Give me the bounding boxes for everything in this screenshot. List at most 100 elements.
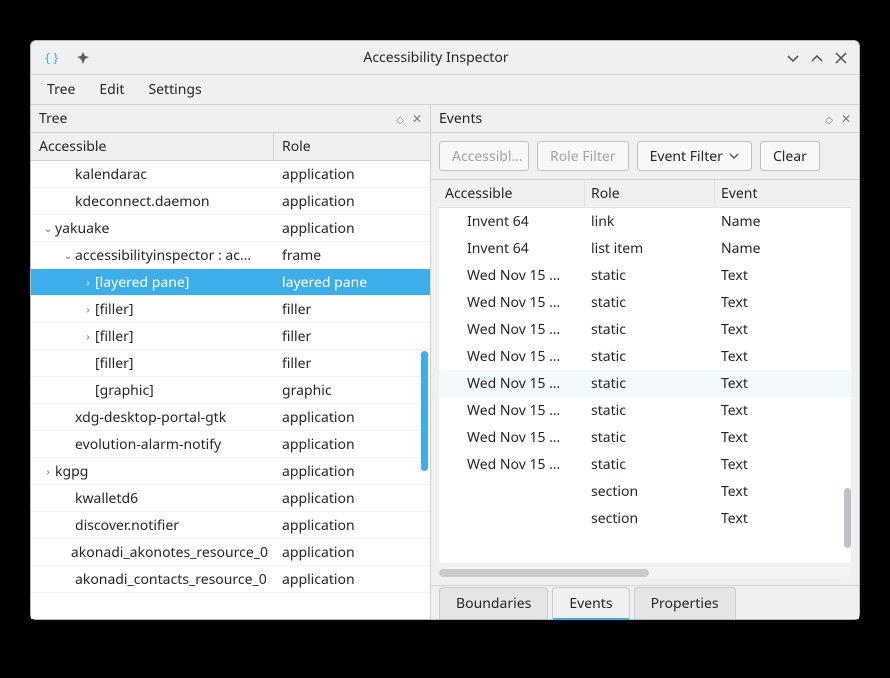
event-row[interactable]: Invent 64list itemName <box>439 235 851 262</box>
tree-row[interactable]: kdeconnect.daemonapplication <box>31 188 430 215</box>
tree-item-role: application <box>274 219 430 238</box>
event-row[interactable]: sectionText <box>439 505 851 532</box>
tree-row[interactable]: kwalletd6application <box>31 485 430 512</box>
events-h-scrollbar-thumb[interactable] <box>439 569 649 577</box>
col-accessible[interactable]: Accessible <box>31 133 274 160</box>
tree-item-label: xdg-desktop-portal-gtk <box>75 408 226 427</box>
float-icon[interactable]: ◇ <box>825 112 833 126</box>
clear-button[interactable]: Clear <box>760 141 820 171</box>
tree-item-role: application <box>274 192 430 211</box>
tree-scrollbar-thumb[interactable] <box>421 351 428 471</box>
menu-edit[interactable]: Edit <box>89 76 134 103</box>
events-scrollbar-thumb[interactable] <box>844 488 851 548</box>
tree-item-role: application <box>274 435 430 454</box>
col-ev-role[interactable]: Role <box>585 180 715 207</box>
event-type: Text <box>715 320 851 339</box>
tree-row[interactable]: [filler]filler <box>31 350 430 377</box>
events-panel-header: Events ◇ ✕ <box>431 105 859 133</box>
menubar: Tree Edit Settings <box>31 75 859 105</box>
event-role: link <box>585 212 715 231</box>
tree-row[interactable]: › [filler] filler <box>31 323 430 350</box>
tree-row[interactable]: ⌄ accessibilityinspector : ac…frame <box>31 242 430 269</box>
event-role: static <box>585 401 715 420</box>
tree-row[interactable]: › [layered pane] layered pane <box>31 269 430 296</box>
tree-item-role: application <box>274 543 430 562</box>
tree-panel-title: Tree <box>39 109 67 128</box>
event-row[interactable]: Wed Nov 15 …staticText <box>439 289 851 316</box>
expander-open-icon[interactable]: ⌄ <box>41 221 55 235</box>
tab-boundaries[interactable]: Boundaries <box>439 587 548 619</box>
svg-text:{ }: { } <box>45 50 58 66</box>
tree-panel: Tree ◇ ✕ Accessible Role kalendaracappli… <box>31 105 431 619</box>
event-row[interactable]: Wed Nov 15 …staticText <box>439 343 851 370</box>
events-panel-title: Events <box>439 109 482 128</box>
tree-row[interactable]: › [filler]filler <box>31 296 430 323</box>
event-role: static <box>585 293 715 312</box>
event-row[interactable]: Wed Nov 15 …staticText <box>439 370 851 397</box>
event-role: static <box>585 320 715 339</box>
event-row[interactable]: Wed Nov 15 …staticText <box>439 397 851 424</box>
close-button[interactable] <box>831 48 851 68</box>
expander-closed-icon[interactable]: › <box>81 275 95 289</box>
tree-row[interactable]: xdg-desktop-portal-gtkapplication <box>31 404 430 431</box>
event-type: Text <box>715 455 851 474</box>
chevron-down-icon <box>729 151 739 161</box>
tree-item-label: akonadi_contacts_resource_0 <box>75 570 267 589</box>
events-h-scrollbar[interactable] <box>439 567 851 579</box>
tree-body[interactable]: kalendaracapplication kdeconnect.daemona… <box>31 161 430 619</box>
tree-item-label: [layered pane] <box>95 273 189 292</box>
event-role: static <box>585 428 715 447</box>
expander-open-icon[interactable]: ⌄ <box>61 248 75 262</box>
expander-closed-icon[interactable]: › <box>41 464 55 478</box>
accessible-filter-input[interactable]: Accessibl… <box>439 141 529 171</box>
event-accessible: Invent 64 <box>467 239 529 258</box>
menu-settings[interactable]: Settings <box>138 76 211 103</box>
tree-row[interactable]: discover.notifierapplication <box>31 512 430 539</box>
tree-row[interactable]: evolution-alarm-notify application <box>31 431 430 458</box>
panel-close-icon[interactable]: ✕ <box>412 110 422 127</box>
event-accessible: Wed Nov 15 … <box>467 374 560 393</box>
tree-row[interactable]: akonadi_akonotes_resource_0application <box>31 539 430 566</box>
role-filter-input[interactable]: Role Filter <box>537 141 629 171</box>
maximize-button[interactable] <box>807 48 827 68</box>
tree-item-label: [filler] <box>95 327 134 346</box>
pin-icon[interactable] <box>73 48 93 68</box>
event-type: Text <box>715 509 851 528</box>
tree-row[interactable]: › kgpgapplication <box>31 458 430 485</box>
menu-tree[interactable]: Tree <box>37 76 85 103</box>
event-row[interactable]: Wed Nov 15 …staticText <box>439 316 851 343</box>
event-accessible: Wed Nov 15 … <box>467 293 560 312</box>
tree-item-role: filler <box>274 327 430 346</box>
tree-item-role: layered pane <box>274 273 430 292</box>
tree-row[interactable]: [graphic]graphic <box>31 377 430 404</box>
event-row[interactable]: Wed Nov 15 …staticText <box>439 262 851 289</box>
event-accessible: Wed Nov 15 … <box>467 266 560 285</box>
window-title: Accessibility Inspector <box>93 48 779 67</box>
minimize-button[interactable] <box>783 48 803 68</box>
event-type: Text <box>715 482 851 501</box>
tree-item-label: evolution-alarm-notify <box>75 435 221 454</box>
float-icon[interactable]: ◇ <box>396 112 404 126</box>
event-row[interactable]: sectionText <box>439 478 851 505</box>
tab-events[interactable]: Events <box>552 587 629 619</box>
event-row[interactable]: Wed Nov 15 …staticText <box>439 424 851 451</box>
panel-close-icon[interactable]: ✕ <box>841 110 851 127</box>
event-filter-dropdown[interactable]: Event Filter <box>637 141 752 171</box>
event-type: Text <box>715 347 851 366</box>
event-row[interactable]: Wed Nov 15 …staticText <box>439 451 851 478</box>
event-filter-label: Event Filter <box>650 147 723 166</box>
tree-row[interactable]: kalendaracapplication <box>31 161 430 188</box>
expander-closed-icon[interactable]: › <box>81 302 95 316</box>
tab-properties[interactable]: Properties <box>634 587 736 619</box>
col-ev-event[interactable]: Event <box>715 180 851 207</box>
tree-item-role: application <box>274 165 430 184</box>
tree-item-label: [filler] <box>95 300 134 319</box>
expander-closed-icon[interactable]: › <box>81 329 95 343</box>
events-body[interactable]: Invent 64linkNameInvent 64list itemNameW… <box>439 208 851 563</box>
tree-row[interactable]: akonadi_contacts_resource_0application <box>31 566 430 593</box>
app-icon: { } <box>43 48 63 68</box>
event-row[interactable]: Invent 64linkName <box>439 208 851 235</box>
tree-row[interactable]: ⌄ yakuakeapplication <box>31 215 430 242</box>
col-role[interactable]: Role <box>274 133 430 160</box>
col-ev-accessible[interactable]: Accessible <box>439 180 585 207</box>
